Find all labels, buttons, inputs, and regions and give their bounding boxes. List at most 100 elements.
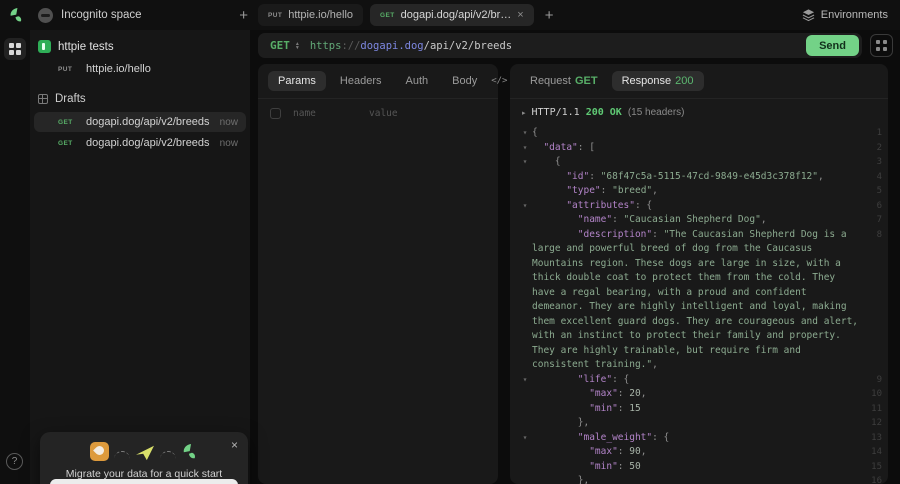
tab-httpie-hello[interactable]: PUT httpie.io/hello — [258, 4, 364, 26]
new-space-button[interactable]: + — [239, 8, 248, 23]
sidebar-section-drafts[interactable]: Drafts — [30, 79, 250, 111]
tab-request[interactable]: Request GET — [520, 71, 608, 91]
protocol-label: HTTP/1.1 — [531, 107, 580, 118]
tab-headers[interactable]: Headers — [330, 71, 392, 91]
code-line: "max": 90, 14 — [518, 445, 882, 460]
workspace-name: httpie tests — [58, 40, 114, 53]
code-line: ▾{1 — [518, 126, 882, 141]
line-number: 5 — [876, 186, 882, 196]
response-body-viewer: ▾{1 ▾ "data": [2 ▾{3 "id": "68f47c5a-5115-47… — [510, 120, 888, 484]
url-path: /api/v2/breeds — [423, 39, 513, 52]
help-button[interactable]: ? — [6, 453, 23, 470]
grid-dot — [9, 50, 14, 55]
drafts-grid-icon — [38, 94, 48, 104]
tab-response[interactable]: Response 200 — [611, 71, 704, 91]
fold-toggle-icon[interactable]: ▾ — [518, 155, 532, 170]
grid-dot — [16, 50, 21, 55]
draft-timestamp: now — [219, 116, 238, 128]
code-lines: ▾{1 ▾ "data": [2 ▾{3 "id": "68f47c5a-5115-47… — [518, 126, 882, 484]
code-line: "name": "Caucasian Shepherd Dog", 7 — [518, 213, 882, 228]
fold-toggle-icon[interactable]: ▾ — [518, 199, 532, 214]
line-number: 9 — [876, 374, 882, 385]
draft-label: dogapi.dog/api/v2/breeds — [86, 137, 210, 149]
fold-toggle-icon[interactable]: ▾ — [518, 431, 532, 446]
tab-auth[interactable]: Auth — [395, 71, 438, 91]
fold-toggle-icon[interactable]: ▾ — [518, 373, 532, 388]
code-generation-button[interactable] — [870, 34, 893, 57]
dashed-arrow-icon — [114, 450, 130, 459]
code-line: "min": 15 11 — [518, 402, 882, 417]
tab-label: httpie.io/hello — [288, 9, 354, 21]
code-text: "max": 20, — [589, 388, 647, 399]
param-value-input[interactable] — [369, 108, 469, 119]
url-input[interactable]: https://dogapi.dog/api/v2/breeds — [310, 40, 806, 52]
code-view-icon[interactable]: </> — [491, 76, 507, 86]
code-text: "male_weight": { — [577, 431, 670, 443]
line-number: 4 — [876, 171, 882, 182]
code-text: "attributes": { — [566, 199, 653, 211]
tab-method-badge: PUT — [268, 11, 283, 19]
expand-headers-icon[interactable]: ▸ — [522, 109, 526, 117]
code-text: }, — [577, 417, 590, 428]
code-text: "min": 50 — [589, 460, 641, 472]
banner-cta-button[interactable] — [50, 479, 238, 484]
code-dot — [876, 46, 881, 51]
line-number: 10 — [871, 389, 882, 399]
send-button[interactable]: Send — [806, 35, 859, 56]
line-number: 15 — [871, 461, 882, 472]
tab-params[interactable]: Params — [268, 71, 326, 91]
space-switcher[interactable]: Incognito space + — [38, 0, 248, 30]
tab-body[interactable]: Body — [442, 71, 487, 91]
sidebar-item-draft-selected[interactable]: GET dogapi.dog/api/v2/breeds now — [34, 112, 246, 132]
param-name-input[interactable] — [293, 108, 361, 119]
url-separator: :// — [341, 39, 361, 52]
method-badge: GET — [58, 139, 73, 147]
method-dropdown-icon[interactable]: ▲ ▼ — [295, 41, 300, 50]
sidebar-item-draft[interactable]: GET dogapi.dog/api/v2/breeds now — [34, 133, 246, 153]
line-number: 7 — [876, 215, 882, 225]
sidebar: httpie tests PUT httpie.io/hello Drafts … — [30, 30, 250, 484]
tab-close-icon[interactable]: × — [517, 9, 523, 21]
tab-label: dogapi.dog/api/v2/br… — [400, 9, 512, 21]
request-url-bar: GET ▲ ▼ https://dogapi.dog/api/v2/breeds … — [258, 33, 862, 58]
fold-toggle-icon[interactable]: ▾ — [518, 126, 532, 141]
app-window: Incognito space + PUT httpie.io/hello GE… — [0, 0, 900, 484]
drafts-label: Drafts — [55, 93, 86, 105]
workspace-icon — [38, 40, 51, 53]
httpie-logo-small-icon — [183, 444, 195, 459]
sidebar-item-request[interactable]: PUT httpie.io/hello — [30, 59, 250, 79]
tab-dogapi-breeds[interactable]: GET dogapi.dog/api/v2/br… × — [370, 4, 534, 26]
environments-button[interactable]: Environments — [802, 0, 888, 30]
fold-toggle-icon[interactable]: ▾ — [518, 141, 532, 156]
sidebar-item-workspace[interactable]: httpie tests — [30, 30, 250, 59]
left-rail: ? — [0, 30, 30, 484]
code-text: "name": "Caucasian Shepherd Dog", — [577, 214, 767, 225]
other-app-icon — [90, 442, 109, 461]
tab-method-badge: GET — [380, 11, 395, 19]
param-checkbox[interactable] — [270, 108, 281, 119]
environments-label: Environments — [820, 9, 888, 21]
code-line: ▾ "attributes": {6 — [518, 199, 882, 214]
method-select[interactable]: GET — [270, 39, 290, 52]
space-name: Incognito space — [61, 9, 142, 21]
code-text: { — [532, 127, 538, 138]
line-number: 1 — [876, 128, 882, 138]
code-line: "id": "68f47c5a-5115-47cd-9849-e45d3c378… — [518, 170, 882, 185]
headers-count: (15 headers) — [627, 107, 685, 118]
code-text: "id": "68f47c5a-5115-47cd-9849-e45d3c378… — [566, 170, 824, 182]
status-code: 200 OK — [585, 107, 622, 118]
paper-plane-icon — [136, 445, 154, 460]
code-text: { — [554, 156, 561, 167]
banner-close-icon[interactable]: × — [231, 439, 238, 451]
code-line: ▾ {3 — [518, 155, 882, 170]
apps-grid-button[interactable] — [4, 38, 26, 60]
new-tab-button[interactable]: + — [545, 7, 554, 24]
params-row — [258, 99, 498, 128]
code-line: "max": 20, 10 — [518, 387, 882, 402]
tab-strip: PUT httpie.io/hello GET dogapi.dog/api/v… — [258, 4, 553, 26]
url-host: dogapi.dog — [360, 39, 424, 52]
response-status-line[interactable]: ▸ HTTP/1.1 200 OK (15 headers) — [510, 99, 888, 120]
incognito-avatar-icon — [38, 7, 53, 23]
environments-stack-icon — [802, 9, 815, 22]
response-status-badge: 200 — [675, 75, 694, 87]
